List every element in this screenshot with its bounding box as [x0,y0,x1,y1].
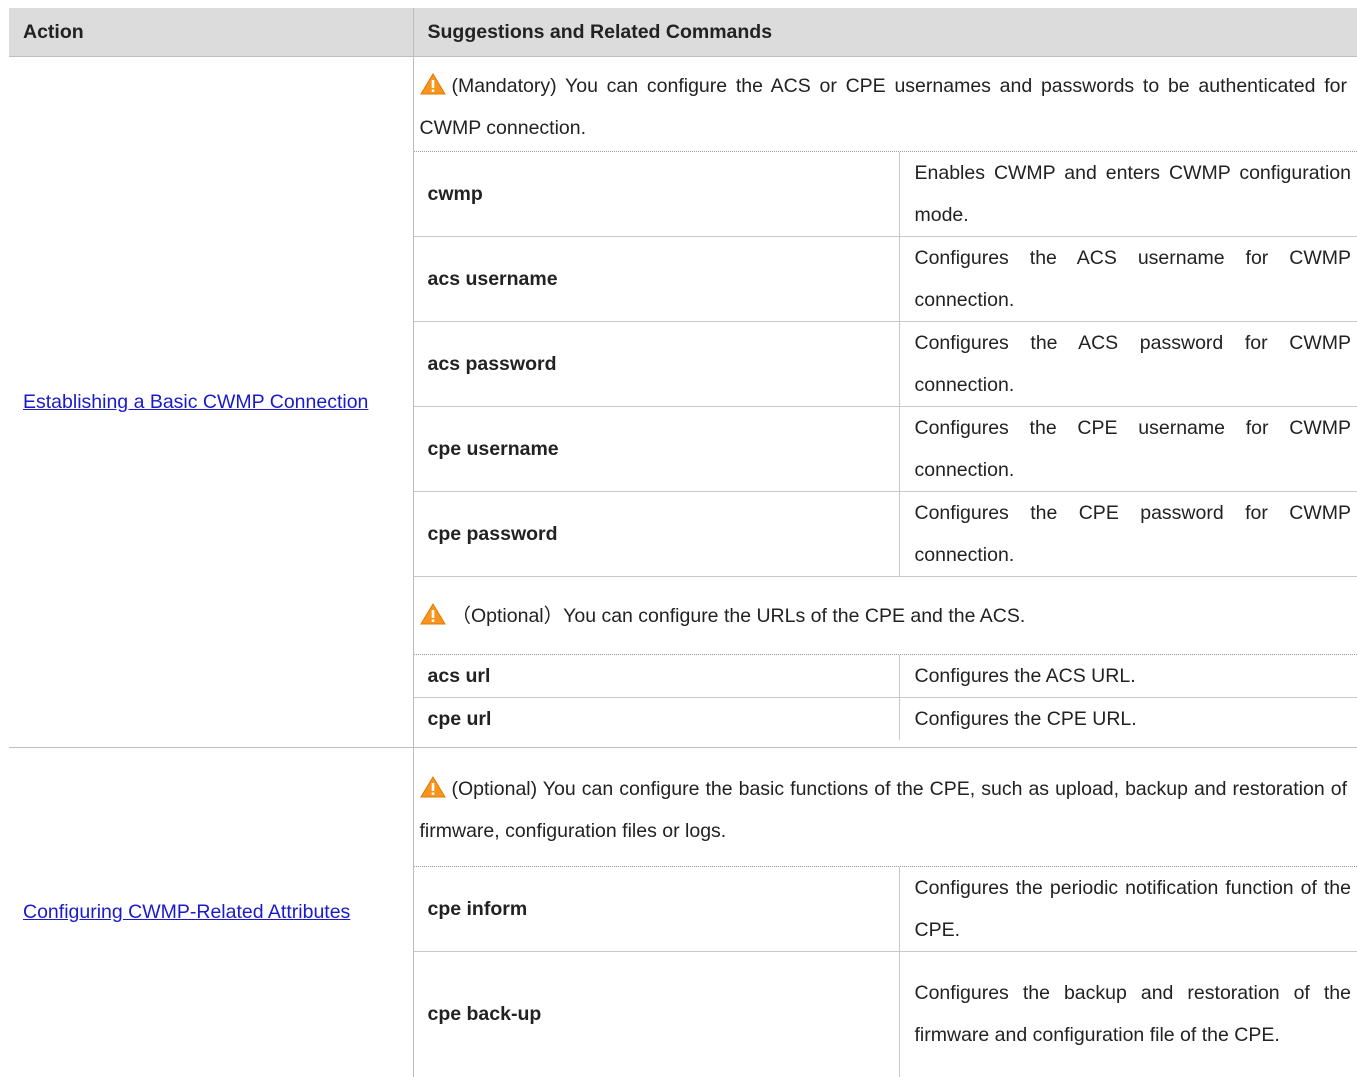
command-description: Configures the backup and restoration of… [899,952,1357,1077]
table-row: acs username Configures the ACS username… [414,237,1357,322]
command-name: cwmp [414,152,900,237]
table-row: cpe inform Configures the periodic notif… [414,867,1357,952]
suggestions-cell: (Optional) You can configure the basic f… [413,748,1357,1077]
table-row: cpe password Configures the CPE password… [414,492,1357,577]
warning-triangle-icon [420,598,446,620]
command-table: acs url Configures the ACS URL. cpe url … [414,655,1357,740]
command-name: cpe back-up [414,952,900,1077]
command-name: acs url [414,655,900,698]
command-name: cpe password [414,492,900,577]
command-description: Configures the CPE URL. [899,698,1357,741]
table-row: cwmp Enables CWMP and enters CWMP config… [414,152,1357,237]
table-row: cpe back-up Configures the backup and re… [414,952,1357,1077]
note-text: (Mandatory) You can configure the ACS or… [420,75,1348,139]
table-row: cpe url Configures the CPE URL. [414,698,1357,741]
warning-triangle-icon [420,68,446,90]
note-mandatory: (Mandatory) You can configure the ACS or… [414,57,1357,152]
warning-triangle-icon [420,771,446,793]
note-optional-basic-functions: (Optional) You can configure the basic f… [414,748,1357,867]
table-row: acs url Configures the ACS URL. [414,655,1357,698]
table-row: acs password Configures the ACS password… [414,322,1357,407]
table-row: Establishing a Basic CWMP Connection (Ma… [9,57,1357,748]
note-text: (Optional) You can configure the basic f… [420,778,1348,842]
command-description: Configures the ACS password for CWMP con… [899,322,1357,407]
suggestions-cell: (Mandatory) You can configure the ACS or… [413,57,1357,748]
action-cell: Configuring CWMP-Related Attributes [9,748,413,1077]
command-name: cpe username [414,407,900,492]
command-name: cpe url [414,698,900,741]
command-table: cwmp Enables CWMP and enters CWMP config… [414,152,1357,576]
command-description: Configures the CPE password for CWMP con… [899,492,1357,577]
note-text: （Optional）You can configure the URLs of … [452,605,1026,627]
document-page: Action Suggestions and Related Commands … [9,8,1357,1077]
table-row: cpe username Configures the CPE username… [414,407,1357,492]
action-cell: Establishing a Basic CWMP Connection [9,57,413,748]
table-row: Configuring CWMP-Related Attributes (Opt… [9,748,1357,1077]
command-description: Configures the periodic notification fun… [899,867,1357,952]
command-description: Enables CWMP and enters CWMP configurati… [899,152,1357,237]
command-name: cpe inform [414,867,900,952]
header-suggestions: Suggestions and Related Commands [413,8,1357,57]
table-header-row: Action Suggestions and Related Commands [9,8,1357,57]
header-action: Action [9,8,413,57]
command-name: acs username [414,237,900,322]
action-link-cwmp-attributes[interactable]: Configuring CWMP-Related Attributes [23,901,350,923]
command-description: Configures the CPE username for CWMP con… [899,407,1357,492]
action-link-basic-cwmp[interactable]: Establishing a Basic CWMP Connection [23,391,368,413]
command-name: acs password [414,322,900,407]
note-optional-urls: （Optional）You can configure the URLs of … [414,576,1357,655]
config-task-table: Action Suggestions and Related Commands … [9,8,1357,1077]
command-description: Configures the ACS username for CWMP con… [899,237,1357,322]
command-description: Configures the ACS URL. [899,655,1357,698]
command-table: cpe inform Configures the periodic notif… [414,867,1357,1077]
